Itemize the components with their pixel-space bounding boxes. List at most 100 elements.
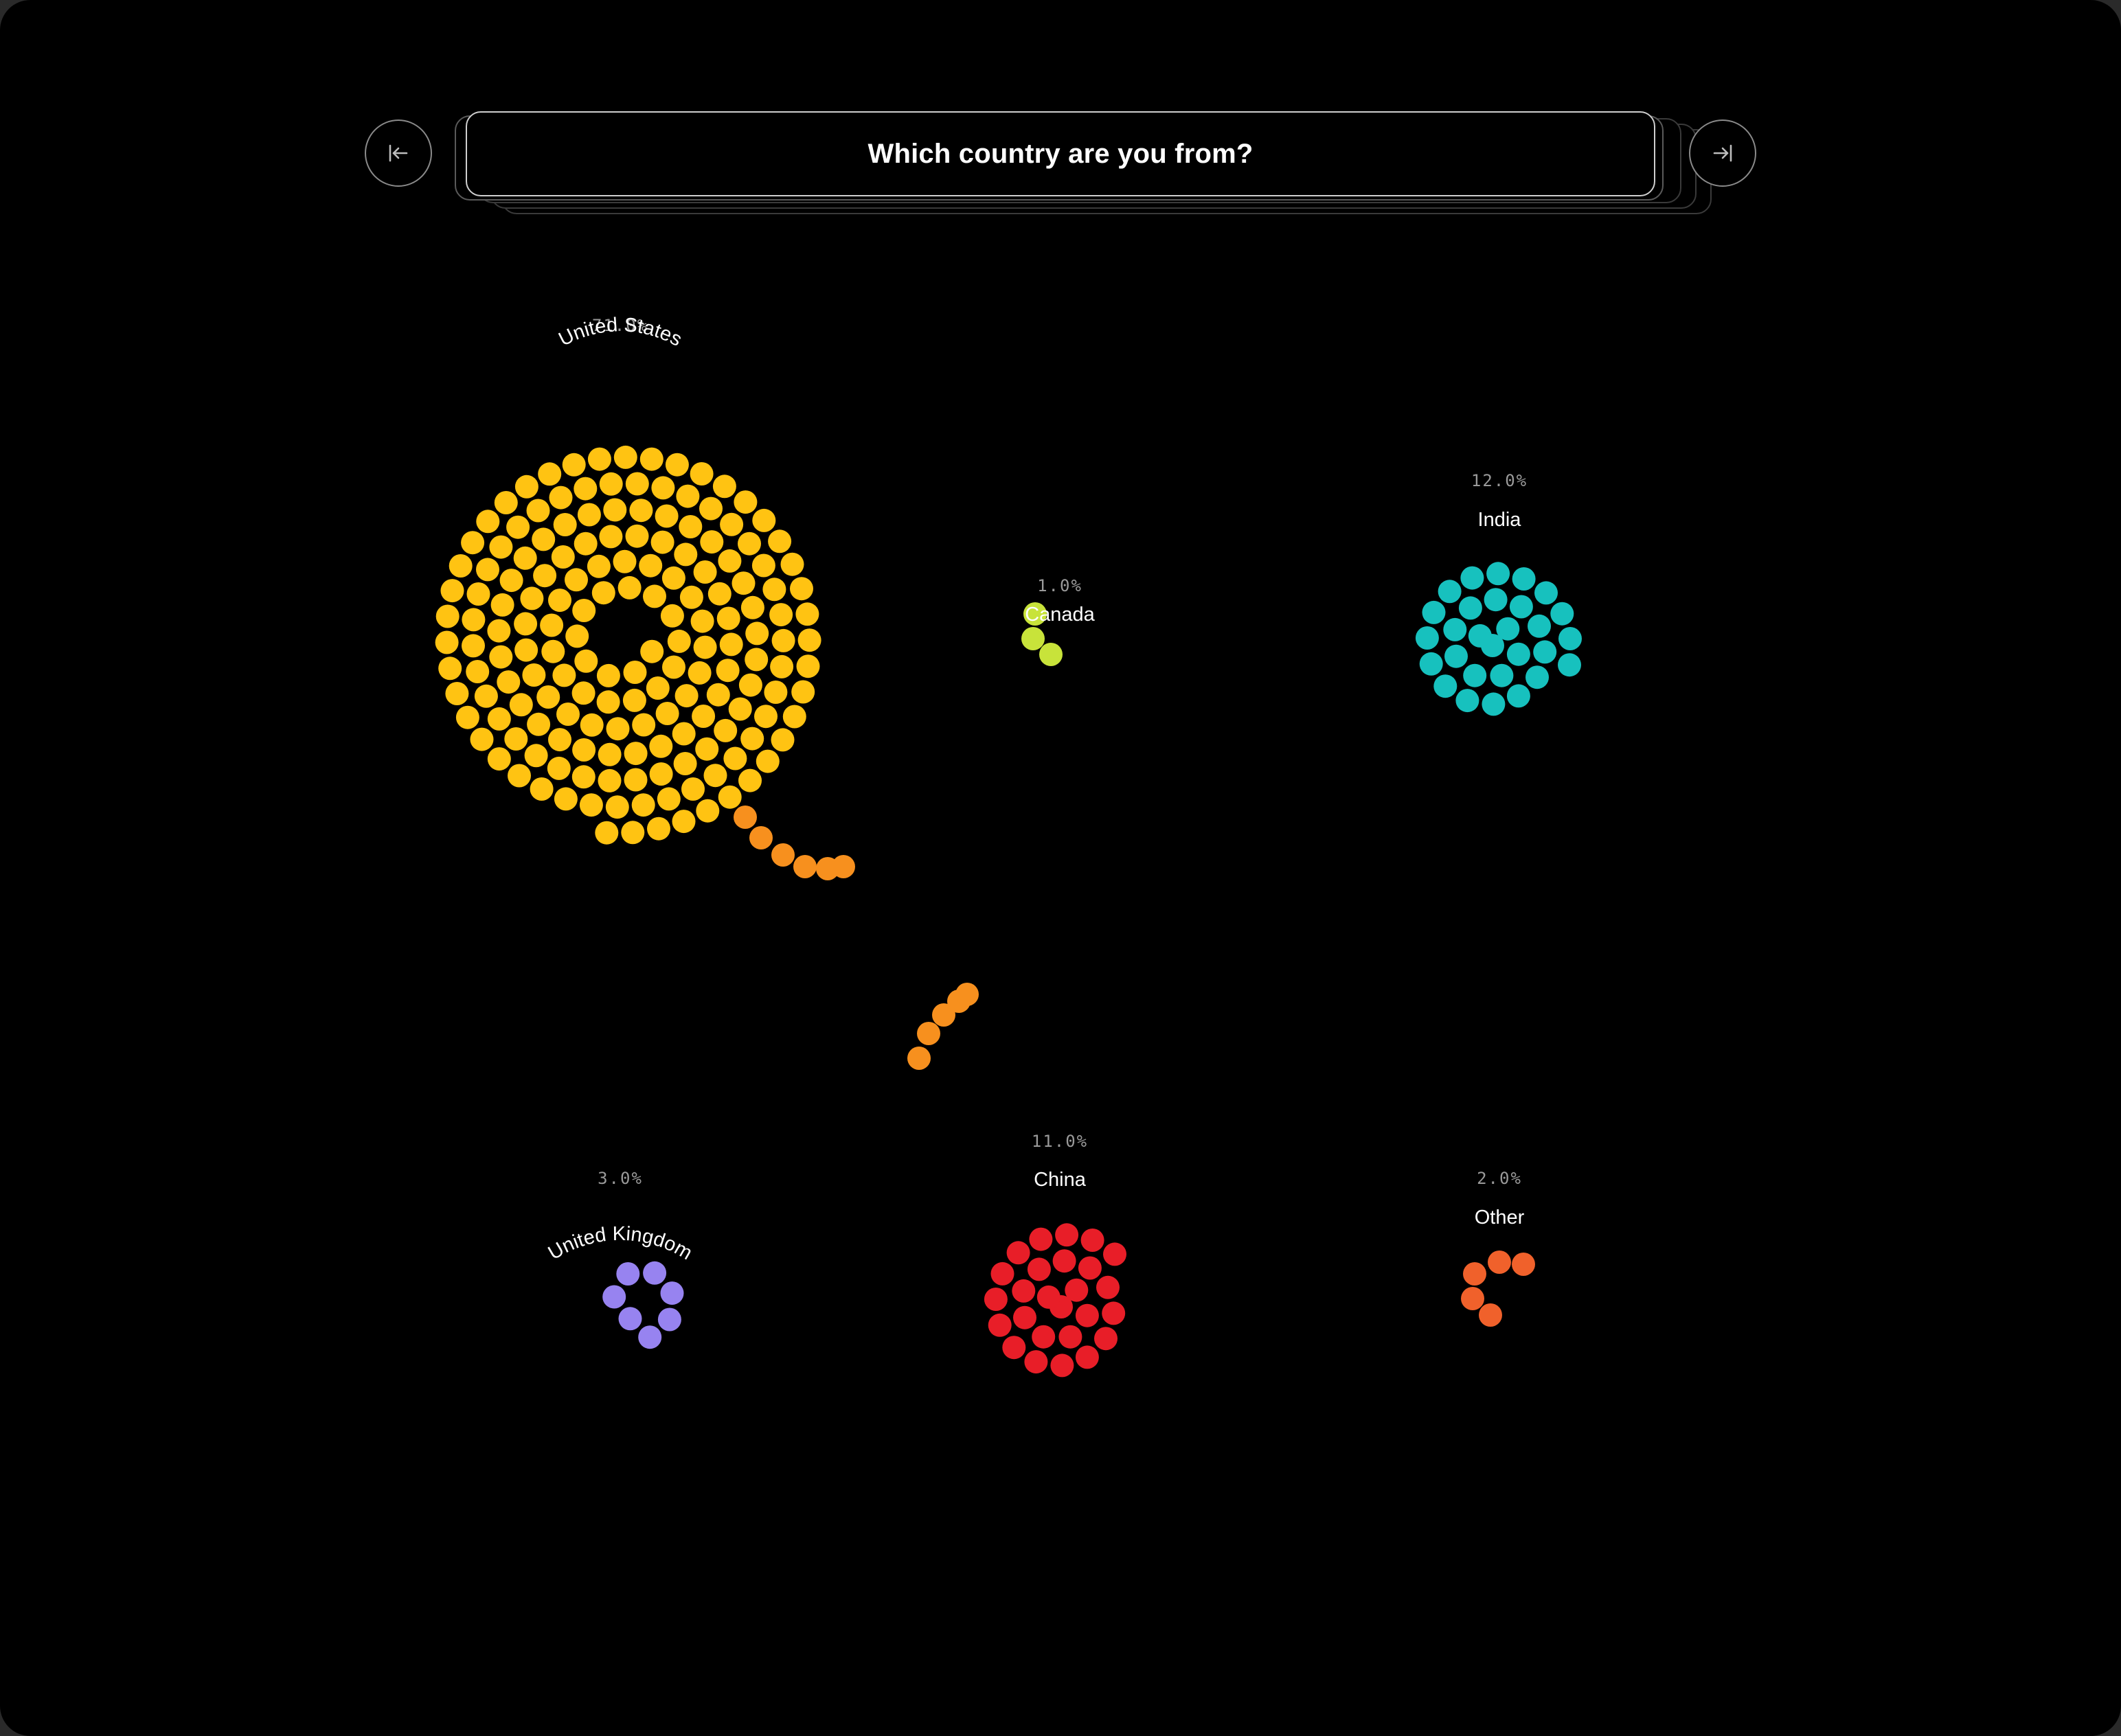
bubble-united-states <box>643 584 666 608</box>
bubble-united-states <box>548 589 571 613</box>
bubble-united-states <box>489 535 513 559</box>
bubble-united-states <box>574 649 598 673</box>
bubble-united-states <box>745 648 769 672</box>
bubble-united-states <box>646 676 670 700</box>
bubble-united-states <box>731 571 756 595</box>
bubble-united-states <box>640 639 664 663</box>
bubble-transition <box>832 855 855 878</box>
bubble-united-states <box>706 683 730 707</box>
country-label-other: Other <box>1475 1207 1525 1229</box>
bubble-united-states <box>513 546 537 570</box>
bubble-united-states <box>797 628 821 652</box>
bubble-india <box>1528 614 1551 638</box>
bubble-united-states <box>623 661 647 684</box>
bubble-united-kingdom <box>638 1325 662 1349</box>
bubble-united-states <box>435 604 460 628</box>
bubble-india <box>1506 642 1530 666</box>
bubble-united-states <box>449 554 473 578</box>
bubble-united-states <box>738 532 761 556</box>
bubble-united-states <box>476 510 500 534</box>
bubble-china <box>1013 1305 1036 1329</box>
bubble-united-states <box>720 512 744 536</box>
bubble-united-states <box>679 585 703 609</box>
bubble-transition <box>749 826 773 849</box>
bubble-united-states <box>660 604 684 628</box>
bubble-united-states <box>752 508 776 532</box>
bubble-india <box>1463 663 1487 687</box>
bubble-united-states <box>490 593 514 617</box>
bubble-united-states <box>553 513 577 536</box>
bubble-united-states <box>587 554 611 578</box>
country-label-india: India <box>1478 509 1522 531</box>
bubble-china <box>1103 1242 1126 1266</box>
bubble-united-states <box>541 639 565 663</box>
bubble-united-states <box>466 582 490 606</box>
bubble-china <box>1078 1256 1102 1280</box>
bubble-china <box>1102 1301 1126 1325</box>
bubble-united-states <box>655 702 679 725</box>
bubble-india <box>1550 602 1574 626</box>
bubble-united-states <box>438 656 462 681</box>
bubble-united-states <box>461 531 485 555</box>
bubble-united-kingdom <box>616 1262 640 1286</box>
bubble-united-states <box>455 705 479 729</box>
bubble-united-states <box>580 713 604 737</box>
bubble-transition <box>917 1022 940 1045</box>
bubble-india <box>1460 566 1484 590</box>
bubble-india <box>1534 581 1558 605</box>
bubble-united-states <box>470 727 494 751</box>
bubble-united-states <box>624 768 648 792</box>
bubble-china <box>988 1313 1012 1337</box>
bubble-united-states <box>562 453 586 477</box>
bubble-china <box>984 1288 1008 1311</box>
bubble-united-states <box>572 738 596 762</box>
bubble-united-states <box>647 816 670 841</box>
bubble-united-states <box>771 628 795 652</box>
bubble-united-states <box>565 568 588 592</box>
bubble-china <box>1080 1229 1104 1252</box>
bubble-united-states <box>661 566 685 590</box>
bubble-united-states <box>688 661 712 685</box>
bubble-india <box>1512 567 1536 591</box>
bubble-united-states <box>577 503 601 527</box>
bubble-china <box>1032 1325 1056 1349</box>
bubble-united-states <box>756 749 780 773</box>
bubble-united-states <box>445 682 469 705</box>
bubble-united-states <box>629 499 653 523</box>
bubble-united-states <box>603 498 627 522</box>
bubble-united-states <box>596 690 620 714</box>
bubble-united-states <box>474 684 498 708</box>
bubble-united-states <box>672 810 696 834</box>
bubble-united-states <box>693 635 717 659</box>
bubble-india <box>1433 674 1458 698</box>
bubble-transition <box>734 806 757 829</box>
bubble-united-states <box>547 756 571 780</box>
bubble-united-states <box>723 746 747 770</box>
bubble-united-states <box>527 712 551 736</box>
bubble-united-states <box>651 476 675 500</box>
bubble-united-states <box>522 663 546 687</box>
bubble-china <box>1075 1345 1099 1369</box>
bubble-united-states <box>740 727 764 751</box>
bubble-united-states <box>674 684 699 708</box>
bubble-united-states <box>574 532 598 556</box>
bubble-china <box>1006 1241 1030 1265</box>
bubble-united-states <box>574 477 598 501</box>
bubble-united-states <box>624 742 648 766</box>
bubble-united-states <box>622 688 646 712</box>
bubble-other <box>1512 1253 1535 1276</box>
bubble-united-states <box>514 475 538 499</box>
bubble-united-states <box>681 777 705 801</box>
bubble-united-states <box>476 558 499 582</box>
bubble-china <box>1052 1249 1076 1273</box>
bubble-united-states <box>768 529 792 553</box>
bubble-china <box>1002 1336 1026 1360</box>
bubble-united-states <box>657 787 681 811</box>
pct-label-india: 12.0% <box>1471 471 1528 490</box>
bubble-united-states <box>440 579 464 603</box>
bubble-canada <box>1021 627 1045 650</box>
bubble-united-states <box>696 799 720 823</box>
bubble-united-states <box>625 524 649 548</box>
bubble-united-states <box>693 560 717 584</box>
bubble-united-states <box>487 619 511 643</box>
